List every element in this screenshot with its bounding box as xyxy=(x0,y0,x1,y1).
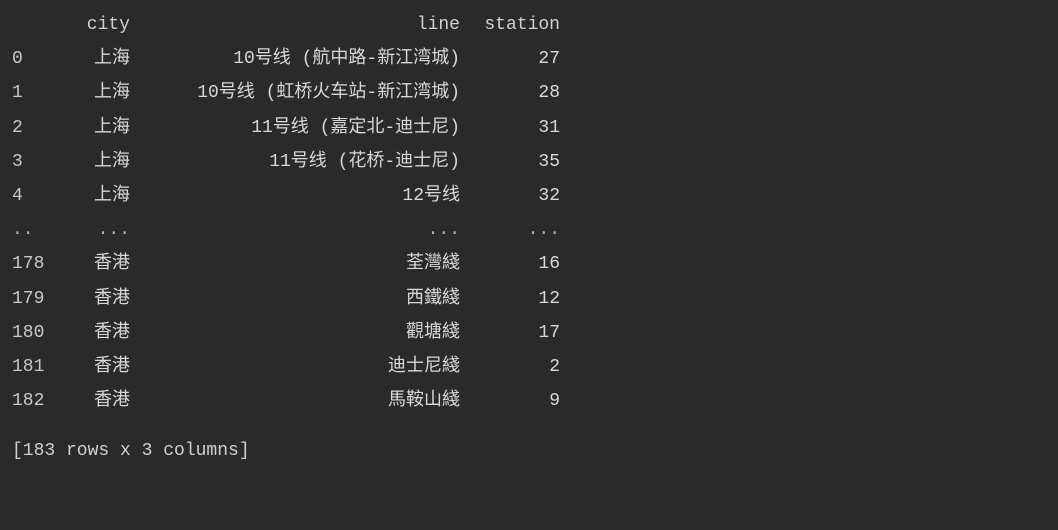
table-row: 0 上海 10号线 (航中路-新江湾城) 27 xyxy=(12,42,1046,76)
table-row: 181 香港 迪士尼綫 2 xyxy=(12,350,1046,384)
cell-city: 香港 xyxy=(58,282,130,316)
header-line: line xyxy=(130,8,460,42)
cell-station: 27 xyxy=(460,42,560,76)
cell-index: 4 xyxy=(12,179,58,213)
ellipsis-city: ... xyxy=(58,213,130,247)
cell-city: 香港 xyxy=(58,316,130,350)
header-station: station xyxy=(460,8,560,42)
cell-station: 17 xyxy=(460,316,560,350)
cell-index: 1 xyxy=(12,76,58,110)
dataframe-output: city line station 0 上海 10号线 (航中路-新江湾城) 2… xyxy=(12,8,1046,418)
cell-index: 181 xyxy=(12,350,58,384)
cell-index: 2 xyxy=(12,111,58,145)
cell-city: 香港 xyxy=(58,384,130,418)
cell-line: 12号线 xyxy=(130,179,460,213)
table-row: 179 香港 西鐵綫 12 xyxy=(12,282,1046,316)
cell-station: 32 xyxy=(460,179,560,213)
cell-city: 上海 xyxy=(58,76,130,110)
cell-index: 0 xyxy=(12,42,58,76)
cell-city: 香港 xyxy=(58,350,130,384)
cell-line: 馬鞍山綫 xyxy=(130,384,460,418)
ellipsis-index: .. xyxy=(12,213,58,247)
cell-line: 10号线 (航中路-新江湾城) xyxy=(130,42,460,76)
header-city: city xyxy=(58,8,130,42)
cell-line: 迪士尼綫 xyxy=(130,350,460,384)
table-row: 178 香港 荃灣綫 16 xyxy=(12,247,1046,281)
table-ellipsis-row: .. ... ... ... xyxy=(12,213,1046,247)
table-row: 182 香港 馬鞍山綫 9 xyxy=(12,384,1046,418)
cell-line: 觀塘綫 xyxy=(130,316,460,350)
table-row: 1 上海 10号线 (虹桥火车站-新江湾城) 28 xyxy=(12,76,1046,110)
cell-city: 香港 xyxy=(58,247,130,281)
cell-line: 西鐵綫 xyxy=(130,282,460,316)
cell-city: 上海 xyxy=(58,179,130,213)
cell-line: 荃灣綫 xyxy=(130,247,460,281)
table-row: 4 上海 12号线 32 xyxy=(12,179,1046,213)
cell-city: 上海 xyxy=(58,111,130,145)
cell-line: 11号线 (花桥-迪士尼) xyxy=(130,145,460,179)
dataframe-summary: [183 rows x 3 columns] xyxy=(12,434,1046,468)
cell-index: 3 xyxy=(12,145,58,179)
cell-station: 28 xyxy=(460,76,560,110)
table-row: 2 上海 11号线 (嘉定北-迪士尼) 31 xyxy=(12,111,1046,145)
cell-station: 31 xyxy=(460,111,560,145)
cell-station: 2 xyxy=(460,350,560,384)
cell-index: 179 xyxy=(12,282,58,316)
cell-station: 12 xyxy=(460,282,560,316)
cell-line: 10号线 (虹桥火车站-新江湾城) xyxy=(130,76,460,110)
cell-index: 178 xyxy=(12,247,58,281)
cell-station: 9 xyxy=(460,384,560,418)
cell-station: 35 xyxy=(460,145,560,179)
cell-index: 180 xyxy=(12,316,58,350)
table-header: city line station xyxy=(12,8,1046,42)
cell-index: 182 xyxy=(12,384,58,418)
cell-city: 上海 xyxy=(58,145,130,179)
cell-line: 11号线 (嘉定北-迪士尼) xyxy=(130,111,460,145)
cell-city: 上海 xyxy=(58,42,130,76)
ellipsis-station: ... xyxy=(460,213,560,247)
table-row: 3 上海 11号线 (花桥-迪士尼) 35 xyxy=(12,145,1046,179)
table-row: 180 香港 觀塘綫 17 xyxy=(12,316,1046,350)
ellipsis-line: ... xyxy=(130,213,460,247)
cell-station: 16 xyxy=(460,247,560,281)
